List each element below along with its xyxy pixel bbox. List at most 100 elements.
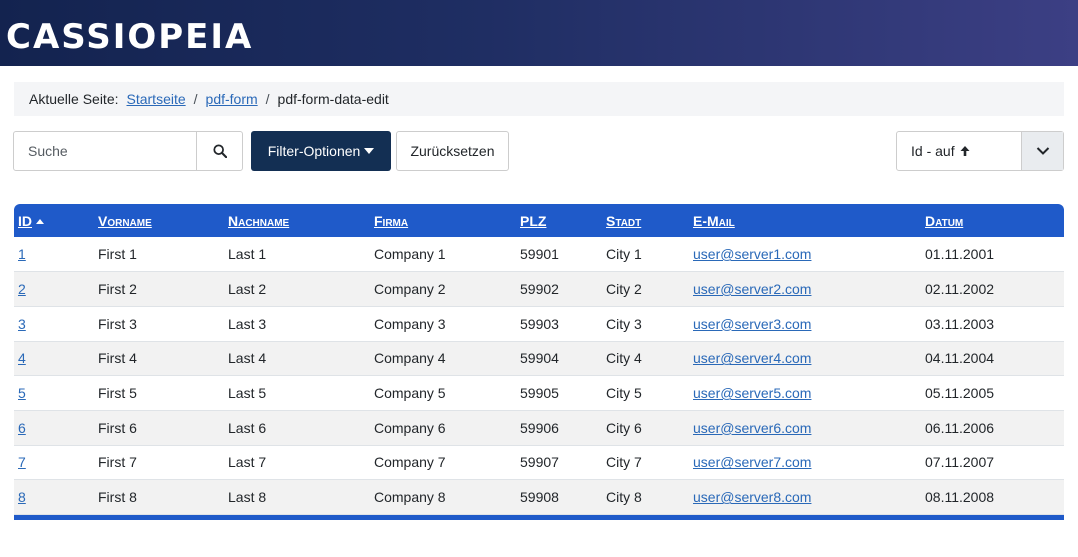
chevron-down-icon (1036, 147, 1049, 155)
cell-stadt: City 1 (606, 246, 642, 263)
site-header: CASSIOPEIA (0, 0, 1078, 66)
cell-firma: Company 2 (374, 281, 446, 298)
cell-nachname: Last 1 (228, 246, 267, 263)
email-link[interactable]: user@server8.com (693, 489, 811, 505)
table-row: 7 First 7 Last 7 Company 7 59907 City 7 … (14, 445, 1064, 480)
breadcrumb-link-pdf-form[interactable]: pdf-form (206, 91, 258, 107)
cell-firma: Company 7 (374, 454, 446, 471)
column-header-vorname[interactable]: Vorname (98, 204, 228, 237)
cell-plz: 59901 (520, 246, 559, 263)
column-header-email[interactable]: E-Mail (693, 204, 925, 237)
sort-dropdown-toggle[interactable] (1021, 132, 1063, 170)
table-row: 5 First 5 Last 5 Company 5 59905 City 5 … (14, 376, 1064, 411)
column-header-id[interactable]: ID (14, 204, 98, 237)
cell-firma: Company 4 (374, 350, 446, 367)
row-id-link[interactable]: 8 (18, 489, 26, 505)
cell-stadt: City 3 (606, 315, 642, 332)
cell-stadt: City 2 (606, 281, 642, 298)
email-link[interactable]: user@server5.com (693, 385, 811, 401)
cell-datum: 01.11.2001 (925, 246, 995, 263)
cell-datum: 07.11.2007 (925, 454, 995, 471)
email-link[interactable]: user@server2.com (693, 281, 811, 297)
filter-options-button[interactable]: Filter-Optionen (251, 131, 391, 171)
cell-vorname: First 5 (98, 385, 137, 402)
email-link[interactable]: user@server7.com (693, 454, 811, 470)
site-logo[interactable]: CASSIOPEIA (6, 15, 253, 59)
data-table: ID Vorname Nachname Firma PLZ Stadt E-Ma… (14, 204, 1064, 515)
cell-datum: 06.11.2006 (925, 419, 995, 436)
cell-nachname: Last 8 (228, 489, 267, 506)
arrow-up-icon (960, 146, 970, 156)
email-link[interactable]: user@server3.com (693, 316, 811, 332)
cell-plz: 59907 (520, 454, 559, 471)
email-link[interactable]: user@server4.com (693, 350, 811, 366)
cell-plz: 59903 (520, 315, 559, 332)
cell-firma: Company 8 (374, 489, 446, 506)
cell-nachname: Last 4 (228, 350, 267, 367)
cell-stadt: City 8 (606, 489, 642, 506)
breadcrumb-separator: / (265, 91, 270, 107)
cell-plz: 59908 (520, 489, 559, 506)
cell-plz: 59904 (520, 350, 559, 367)
cell-plz: 59906 (520, 419, 559, 436)
cell-vorname: First 1 (98, 246, 137, 263)
email-link[interactable]: user@server6.com (693, 420, 811, 436)
table-footer-bar (14, 515, 1064, 520)
row-id-link[interactable]: 4 (18, 350, 26, 366)
sort-select-value: Id - auf (897, 132, 1021, 170)
column-header-plz[interactable]: PLZ (520, 204, 606, 237)
table-row: 3 First 3 Last 3 Company 3 59903 City 3 … (14, 306, 1064, 342)
column-header-firma[interactable]: Firma (374, 204, 520, 237)
row-id-link[interactable]: 2 (18, 281, 26, 297)
cell-firma: Company 5 (374, 385, 446, 402)
cell-nachname: Last 3 (228, 315, 267, 332)
cell-plz: 59905 (520, 385, 559, 402)
cell-vorname: First 8 (98, 489, 137, 506)
cell-nachname: Last 6 (228, 419, 267, 436)
breadcrumb-current: pdf-form-data-edit (277, 91, 389, 107)
column-header-datum[interactable]: Datum (925, 204, 1064, 237)
cell-stadt: City 5 (606, 385, 642, 402)
breadcrumb-link-startseite[interactable]: Startseite (127, 91, 186, 107)
cell-nachname: Last 5 (228, 385, 267, 402)
row-id-link[interactable]: 5 (18, 385, 26, 401)
breadcrumb-separator: / (193, 91, 198, 107)
search-group (13, 131, 243, 171)
email-link[interactable]: user@server1.com (693, 246, 811, 262)
caret-down-icon (364, 148, 375, 154)
breadcrumb: Aktuelle Seite: Startseite / pdf-form / … (14, 82, 1064, 116)
cell-firma: Company 1 (374, 246, 446, 263)
search-input[interactable] (14, 132, 196, 170)
sort-ascending-icon (36, 218, 44, 224)
cell-vorname: First 6 (98, 419, 137, 436)
cell-firma: Company 6 (374, 419, 446, 436)
table-row: 2 First 2 Last 2 Company 2 59902 City 2 … (14, 271, 1064, 307)
cell-datum: 04.11.2004 (925, 350, 995, 367)
table-row: 6 First 6 Last 6 Company 6 59906 City 6 … (14, 410, 1064, 446)
row-id-link[interactable]: 7 (18, 454, 26, 470)
cell-stadt: City 7 (606, 454, 642, 471)
cell-firma: Company 3 (374, 315, 446, 332)
cell-nachname: Last 7 (228, 454, 267, 471)
table-header-row: ID Vorname Nachname Firma PLZ Stadt E-Ma… (14, 204, 1064, 237)
column-header-nachname[interactable]: Nachname (228, 204, 374, 237)
table-row: 8 First 8 Last 8 Company 8 59908 City 8 … (14, 479, 1064, 515)
cell-stadt: City 4 (606, 350, 642, 367)
cell-datum: 08.11.2008 (925, 489, 995, 506)
cell-datum: 02.11.2002 (925, 281, 995, 298)
row-id-link[interactable]: 1 (18, 246, 26, 262)
cell-stadt: City 6 (606, 419, 642, 436)
sort-select[interactable]: Id - auf (896, 131, 1064, 171)
row-id-link[interactable]: 3 (18, 316, 26, 332)
reset-button[interactable]: Zurücksetzen (396, 131, 509, 171)
filter-options-label: Filter-Optionen (267, 143, 361, 159)
table-row: 4 First 4 Last 4 Company 4 59904 City 4 … (14, 341, 1064, 376)
search-button[interactable] (196, 132, 242, 170)
cell-datum: 03.11.2003 (925, 315, 995, 332)
column-header-stadt[interactable]: Stadt (606, 204, 693, 237)
cell-vorname: First 4 (98, 350, 137, 367)
table-row: 1 First 1 Last 1 Company 1 59901 City 1 … (14, 237, 1064, 272)
sort-select-label: Id - auf (911, 143, 955, 159)
data-table-container: ID Vorname Nachname Firma PLZ Stadt E-Ma… (14, 204, 1064, 520)
row-id-link[interactable]: 6 (18, 420, 26, 436)
